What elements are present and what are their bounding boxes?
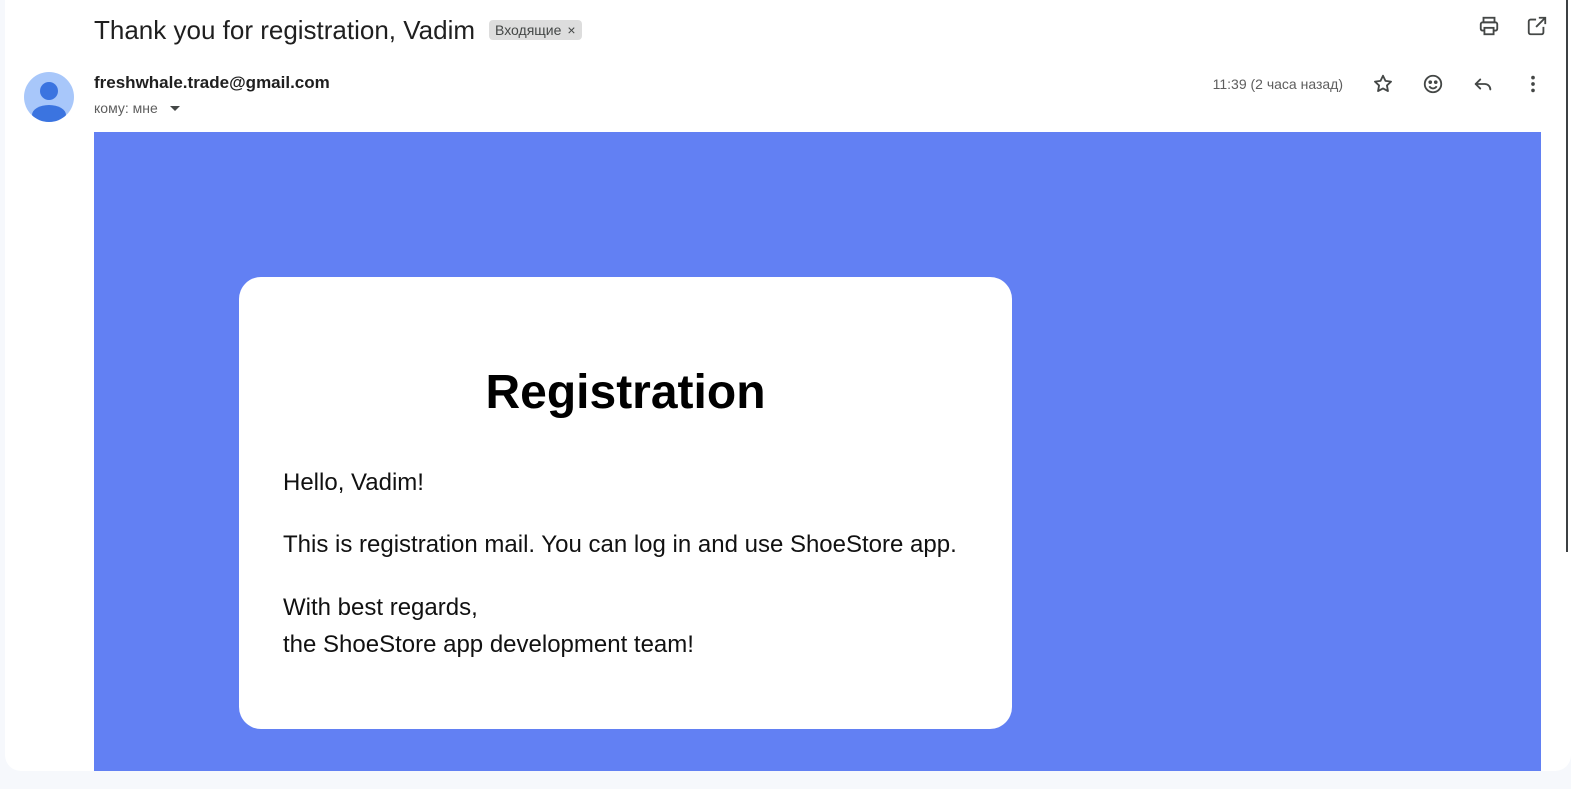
scrollbar[interactable] bbox=[1566, 0, 1568, 552]
signoff-line-2: the ShoeStore app development team! bbox=[283, 631, 694, 658]
card-title: Registration bbox=[485, 366, 766, 419]
emoji-reaction-icon[interactable] bbox=[1421, 70, 1445, 98]
message-actions: 11:39 (2 часа назад) bbox=[1213, 70, 1545, 98]
print-icon[interactable] bbox=[1477, 14, 1501, 38]
default-avatar-icon[interactable] bbox=[24, 72, 74, 122]
recipient-text: кому: мне bbox=[94, 100, 158, 116]
message-text: This is registration mail. You can log i… bbox=[283, 531, 957, 558]
signoff-line-1: With best regards, bbox=[283, 594, 478, 621]
open-in-new-window-icon[interactable] bbox=[1525, 14, 1549, 38]
chevron-down-icon[interactable] bbox=[169, 105, 180, 111]
sender-email[interactable]: freshwhale.trade@gmail.com bbox=[94, 73, 330, 93]
email-body: Registration Hello, Vadim! This is regis… bbox=[94, 132, 1541, 771]
message-time: 11:39 (2 часа назад) bbox=[1212, 76, 1343, 92]
remove-label-button[interactable]: × bbox=[567, 22, 575, 38]
email-subject-row: Thank you for registration, Vadim Входящ… bbox=[94, 13, 582, 47]
email-top-actions bbox=[1477, 14, 1549, 38]
more-vertical-icon[interactable] bbox=[1521, 70, 1545, 98]
inbox-label-text: Входящие bbox=[495, 22, 562, 38]
email-subject: Thank you for registration, Vadim bbox=[94, 14, 476, 45]
greeting-text: Hello, Vadim! bbox=[283, 469, 424, 496]
reply-icon[interactable] bbox=[1471, 70, 1495, 98]
recipient-line: кому: мне bbox=[94, 100, 180, 116]
inbox-label-chip[interactable]: Входящие × bbox=[489, 20, 582, 40]
star-icon[interactable] bbox=[1371, 70, 1395, 98]
registration-card: Registration Hello, Vadim! This is regis… bbox=[239, 277, 1012, 729]
